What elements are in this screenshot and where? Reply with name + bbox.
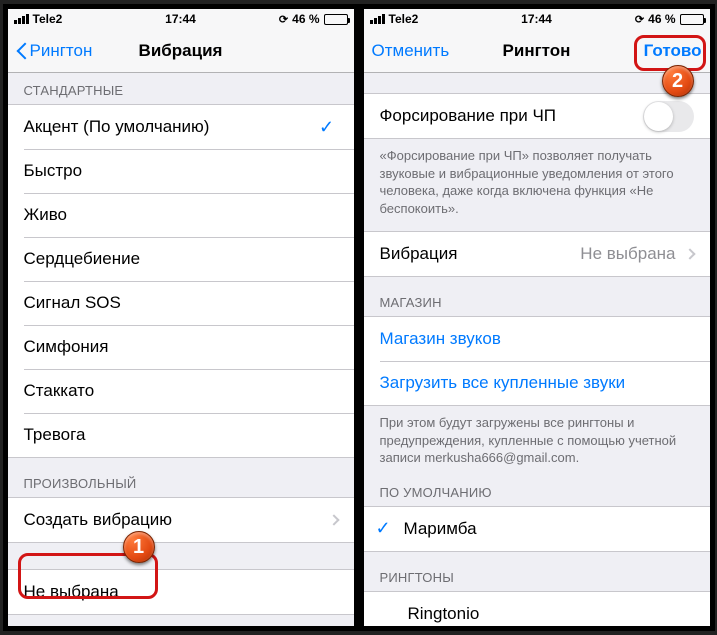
ringtone-row[interactable]: Ringtonio [364, 592, 710, 626]
default-ringtone-row[interactable]: ✓ Маримба [364, 507, 710, 551]
phone-left: Tele2 17:44 ⟳ 46 % Рингтон Вибрация СТАН… [7, 8, 355, 627]
none-row[interactable]: Не выбрана [8, 570, 354, 614]
nav-bar: Рингтон Вибрация [8, 29, 354, 73]
vibration-option[interactable]: Сердцебиение [8, 237, 354, 281]
list-store: Магазин звуков Загрузить все купленные з… [364, 316, 710, 406]
carrier-label: Tele2 [33, 12, 63, 26]
emergency-bypass-row[interactable]: Форсирование при ЧП [364, 94, 710, 138]
option-label: Симфония [24, 337, 338, 357]
row-value: Не выбрана [580, 244, 675, 264]
list-none: Не выбрана [8, 569, 354, 615]
row-label: Не выбрана [24, 582, 338, 602]
row-label: Ringtonio [408, 604, 694, 624]
nav-bar: Отменить Рингтон Готово [364, 29, 710, 73]
vibration-option[interactable]: Живо [8, 193, 354, 237]
chevron-right-icon [328, 514, 339, 525]
battery-label: 46 % [292, 12, 319, 26]
page-title: Рингтон [503, 41, 571, 61]
content-area: Форсирование при ЧП «Форсирование при ЧП… [364, 73, 710, 626]
emergency-note: «Форсирование при ЧП» позволяет получать… [364, 139, 710, 231]
vibration-option[interactable]: Акцент (По умолчанию) ✓ [8, 105, 354, 149]
cancel-label: Отменить [372, 41, 450, 61]
section-header-default: ПО УМОЛЧАНИЮ [364, 481, 710, 506]
battery-icon [324, 14, 348, 25]
option-label: Живо [24, 205, 338, 225]
chevron-right-icon [684, 249, 695, 260]
carrier-label: Tele2 [389, 12, 419, 26]
checkmark-icon: ✓ [316, 117, 338, 138]
orientation-lock-icon: ⟳ [635, 13, 644, 26]
row-label: Создать вибрацию [24, 510, 326, 530]
section-header-standard: СТАНДАРТНЫЕ [8, 73, 354, 104]
store-note: При этом будут загружены все рингтоны и … [364, 406, 710, 481]
list-custom: Создать вибрацию [8, 497, 354, 543]
battery-icon [680, 14, 704, 25]
row-label: Магазин звуков [380, 329, 694, 349]
option-label: Тревога [24, 425, 338, 445]
status-bar: Tele2 17:44 ⟳ 46 % [364, 9, 710, 29]
clock-label: 17:44 [165, 12, 196, 26]
row-label: Маримба [404, 519, 694, 539]
tone-store-row[interactable]: Магазин звуков [364, 317, 710, 361]
phone-right: Tele2 17:44 ⟳ 46 % Отменить Рингтон Гото… [363, 8, 711, 627]
vibration-option[interactable]: Тревога [8, 413, 354, 457]
back-button[interactable]: Рингтон [16, 41, 96, 61]
battery-label: 46 % [648, 12, 675, 26]
page-title: Вибрация [139, 41, 223, 61]
list-vibration: Вибрация Не выбрана [364, 231, 710, 277]
create-vibration-row[interactable]: Создать вибрацию [8, 498, 354, 542]
option-label: Стаккато [24, 381, 338, 401]
cancel-button[interactable]: Отменить [372, 41, 452, 61]
toggle-switch[interactable] [643, 101, 694, 132]
orientation-lock-icon: ⟳ [279, 13, 288, 26]
row-label: Вибрация [380, 244, 581, 264]
vibration-row[interactable]: Вибрация Не выбрана [364, 232, 710, 276]
signal-icon [370, 14, 385, 24]
status-bar: Tele2 17:44 ⟳ 46 % [8, 9, 354, 29]
row-label: Форсирование при ЧП [380, 106, 643, 126]
option-label: Сигнал SOS [24, 293, 338, 313]
list-ringtones: Ringtonio Апекс [364, 591, 710, 626]
list-standard: Акцент (По умолчанию) ✓ Быстро Живо Серд… [8, 104, 354, 458]
option-label: Сердцебиение [24, 249, 338, 269]
section-header-store: МАГАЗИН [364, 277, 710, 316]
list-default: ✓ Маримба [364, 506, 710, 552]
vibration-option[interactable]: Быстро [8, 149, 354, 193]
chevron-left-icon [16, 41, 28, 61]
list-emergency: Форсирование при ЧП [364, 93, 710, 139]
option-label: Акцент (По умолчанию) [24, 117, 316, 137]
back-label: Рингтон [30, 41, 93, 61]
vibration-option[interactable]: Симфония [8, 325, 354, 369]
vibration-option[interactable]: Стаккато [8, 369, 354, 413]
content-area: СТАНДАРТНЫЕ Акцент (По умолчанию) ✓ Быст… [8, 73, 354, 626]
clock-label: 17:44 [521, 12, 552, 26]
checkmark-icon: ✓ [376, 518, 404, 539]
vibration-option[interactable]: Сигнал SOS [8, 281, 354, 325]
row-label: Загрузить все купленные звуки [380, 373, 694, 393]
signal-icon [14, 14, 29, 24]
done-button[interactable]: Готово [644, 41, 702, 61]
section-header-ringtones: РИНГТОНЫ [364, 552, 710, 591]
download-all-row[interactable]: Загрузить все купленные звуки [364, 361, 710, 405]
section-header-custom: ПРОИЗВОЛЬНЫЙ [8, 458, 354, 497]
option-label: Быстро [24, 161, 338, 181]
